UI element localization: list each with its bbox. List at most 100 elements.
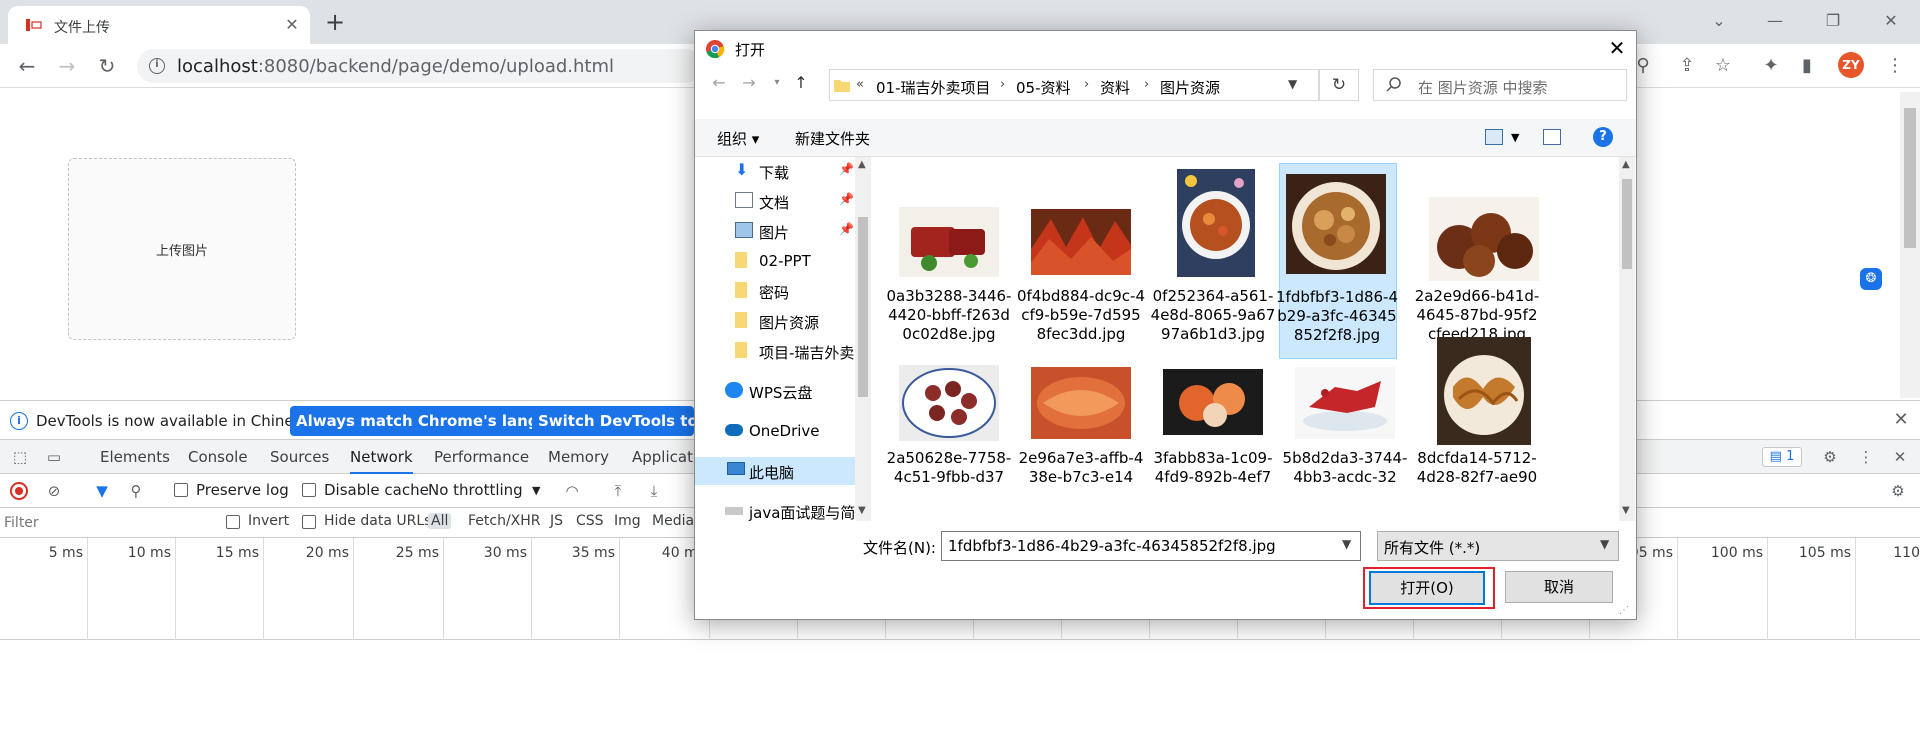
issues-badge[interactable]: ▤ 1 (1762, 447, 1802, 467)
restore-icon[interactable]: ❐ (1818, 6, 1848, 36)
nav-item-drive[interactable]: java面试题与简历 (695, 497, 870, 525)
file-item[interactable]: 8dcfda14-5712-4d28-82f7-ae90 (1411, 337, 1543, 513)
filetype-dropdown-icon[interactable]: ▼ (1600, 537, 1609, 551)
organize-menu[interactable]: 组织 ▾ (717, 128, 759, 149)
network-settings-icon[interactable]: ⚙ (1888, 481, 1908, 501)
type-filter-img[interactable]: Img (614, 513, 641, 529)
scroll-up-icon[interactable]: ▲ (858, 159, 866, 170)
devtools-close-icon[interactable]: ✕ (1890, 447, 1910, 467)
nav-item-wps-cloud[interactable]: WPS云盘 (695, 377, 855, 405)
nav-item-folder[interactable]: 密码 (695, 277, 855, 305)
type-filter-js[interactable]: JS (550, 513, 563, 529)
back-icon[interactable]: ← (12, 51, 42, 81)
recent-locations-icon[interactable]: ▾ (765, 71, 789, 95)
nav-pane-scrollbar[interactable]: ▲ ▼ (855, 157, 871, 521)
nav-item-folder[interactable]: 项目-瑞吉外卖 (695, 337, 855, 365)
inspect-element-icon[interactable]: ⬚ (10, 447, 30, 467)
address-breadcrumb[interactable]: « 01-瑞吉外卖项目 › 05-资料 › 资料 › 图片资源 ▼ (829, 69, 1319, 101)
view-dropdown-icon[interactable]: ▼ (1511, 131, 1519, 144)
upload-dropzone[interactable]: 上传图片 (68, 158, 296, 340)
nav-item-folder[interactable]: 02-PPT (695, 247, 855, 275)
scroll-up-icon[interactable]: ▲ (1622, 159, 1630, 170)
type-filter-fetch-xhr[interactable]: Fetch/XHR (468, 513, 541, 529)
switch-to-chinese-button[interactable]: Switch DevTools to Chinese (532, 406, 694, 436)
forward-icon[interactable]: → (52, 51, 82, 81)
breadcrumb-overflow[interactable]: « (856, 77, 864, 92)
device-toolbar-icon[interactable]: ▭ (44, 447, 64, 467)
throttling-select[interactable]: No throttling (428, 481, 523, 499)
window-close-icon[interactable]: ✕ (1876, 6, 1906, 36)
floating-helper-icon[interactable]: ❂ (1860, 268, 1882, 290)
breadcrumb-item[interactable]: 资料 (1100, 77, 1130, 98)
network-conditions-icon[interactable]: ◠ (562, 481, 582, 501)
open-button[interactable]: 打开(O) (1369, 571, 1485, 605)
tab-performance[interactable]: Performance (434, 440, 529, 474)
breadcrumb-item[interactable]: 图片资源 (1160, 77, 1220, 98)
devtools-menu-icon[interactable]: ⋮ (1856, 447, 1876, 467)
file-item[interactable]: 0f252364-a561-4e8d-8065-9a6797a6b1d3.jpg (1147, 167, 1279, 343)
filter-icon[interactable]: ▼ (92, 481, 112, 501)
filename-dropdown-icon[interactable]: ▼ (1342, 537, 1351, 551)
banner-close-icon[interactable]: ✕ (1890, 409, 1912, 431)
file-list-scrollbar-thumb[interactable] (1622, 179, 1632, 269)
tab-sources[interactable]: Sources (270, 440, 329, 474)
cancel-button[interactable]: 取消 (1505, 571, 1613, 603)
refresh-icon[interactable]: ↻ (1319, 69, 1359, 101)
nav-item-onedrive[interactable]: OneDrive (695, 417, 855, 445)
breadcrumb-separator-icon[interactable]: › (1084, 77, 1089, 92)
nav-pane-scrollbar-thumb[interactable] (858, 217, 868, 397)
dialog-search-box[interactable]: 在 图片资源 中搜索 (1373, 69, 1627, 101)
minimize-icon[interactable]: — (1760, 6, 1790, 36)
dialog-forward-icon[interactable]: → (737, 71, 761, 95)
type-filter-css[interactable]: CSS (576, 513, 604, 529)
extensions-icon[interactable]: ✦ (1760, 55, 1782, 77)
file-item[interactable]: 5b8d2da3-3744-4bb3-acdc-32 (1279, 353, 1411, 513)
search-icon[interactable]: ⚲ (126, 481, 146, 501)
scroll-down-icon[interactable]: ▼ (858, 505, 866, 516)
record-icon[interactable] (10, 482, 28, 500)
page-scrollbar[interactable] (1900, 92, 1920, 398)
export-har-icon[interactable]: ⤓ (644, 481, 664, 501)
help-icon[interactable]: ? (1593, 127, 1613, 147)
type-filter-all[interactable]: All (428, 513, 452, 529)
file-item[interactable]: 2a2e9d66-b41d-4645-87bd-95f2cfeed218.jpg (1411, 167, 1543, 343)
tab-memory[interactable]: Memory (548, 440, 609, 474)
resize-grip-icon[interactable]: ⋰ (1619, 605, 1629, 616)
file-item[interactable]: 0a3b3288-3446-4420-bbff-f263d0c02d8e.jpg (883, 167, 1015, 343)
menu-icon[interactable]: ⋮ (1884, 55, 1906, 77)
file-item[interactable]: 2e96a7e3-affb-438e-b7c3-e14 (1015, 353, 1147, 513)
file-item[interactable]: 3fabb83a-1c09-4fd9-892b-4ef7 (1147, 353, 1279, 513)
breadcrumb-separator-icon[interactable]: › (1000, 77, 1005, 92)
scroll-down-icon[interactable]: ▼ (1622, 505, 1630, 516)
browser-tab[interactable]: 文件上传 ✕ (8, 6, 310, 44)
change-view-icon[interactable] (1485, 129, 1503, 145)
filename-input[interactable]: 1fdbfbf3-1d86-4b29-a3fc-46345852f2f8.jpg… (941, 531, 1361, 561)
tab-network[interactable]: Network (350, 440, 413, 474)
side-panel-icon[interactable]: ▮ (1796, 55, 1818, 77)
reload-icon[interactable]: ↻ (92, 51, 122, 81)
preview-pane-icon[interactable] (1543, 129, 1561, 145)
throttling-dropdown-icon[interactable]: ▼ (532, 484, 540, 497)
settings-gear-icon[interactable]: ⚙ (1820, 447, 1840, 467)
breadcrumb-item[interactable]: 01-瑞吉外卖项目 (876, 77, 991, 98)
bookmark-star-icon[interactable]: ☆ (1712, 55, 1734, 77)
file-item[interactable]: 2a50628e-7758-4c51-9fbb-d37 (883, 353, 1015, 513)
breadcrumb-separator-icon[interactable]: › (1144, 77, 1149, 92)
nav-item-this-pc[interactable]: 此电脑 (695, 457, 855, 485)
nav-item-documents[interactable]: 文档 📌 (695, 187, 855, 215)
breadcrumb-dropdown-icon[interactable]: ▼ (1288, 77, 1297, 91)
tab-search-icon[interactable]: ⌄ (1704, 6, 1734, 36)
file-list-scrollbar[interactable]: ▲ ▼ (1619, 157, 1635, 521)
tab-elements[interactable]: Elements (100, 440, 170, 474)
nav-item-downloads[interactable]: ⬇ 下载 📌 (695, 157, 855, 185)
share-icon[interactable]: ⇪ (1676, 55, 1698, 77)
dialog-up-icon[interactable]: ↑ (789, 71, 813, 95)
hide-data-urls-checkbox[interactable] (302, 515, 316, 529)
new-folder-button[interactable]: 新建文件夹 (795, 128, 870, 149)
profile-avatar[interactable]: ZY (1838, 52, 1864, 78)
file-item-selected[interactable]: 1fdbfbf3-1d86-4b29-a3fc-46345852f2f8.jpg (1276, 163, 1398, 359)
address-bar[interactable]: i localhost:8080/backend/page/demo/uploa… (137, 49, 702, 83)
nav-item-pictures[interactable]: 图片 📌 (695, 217, 855, 245)
dialog-close-icon[interactable]: ✕ (1604, 35, 1630, 61)
filter-input[interactable] (4, 512, 208, 534)
